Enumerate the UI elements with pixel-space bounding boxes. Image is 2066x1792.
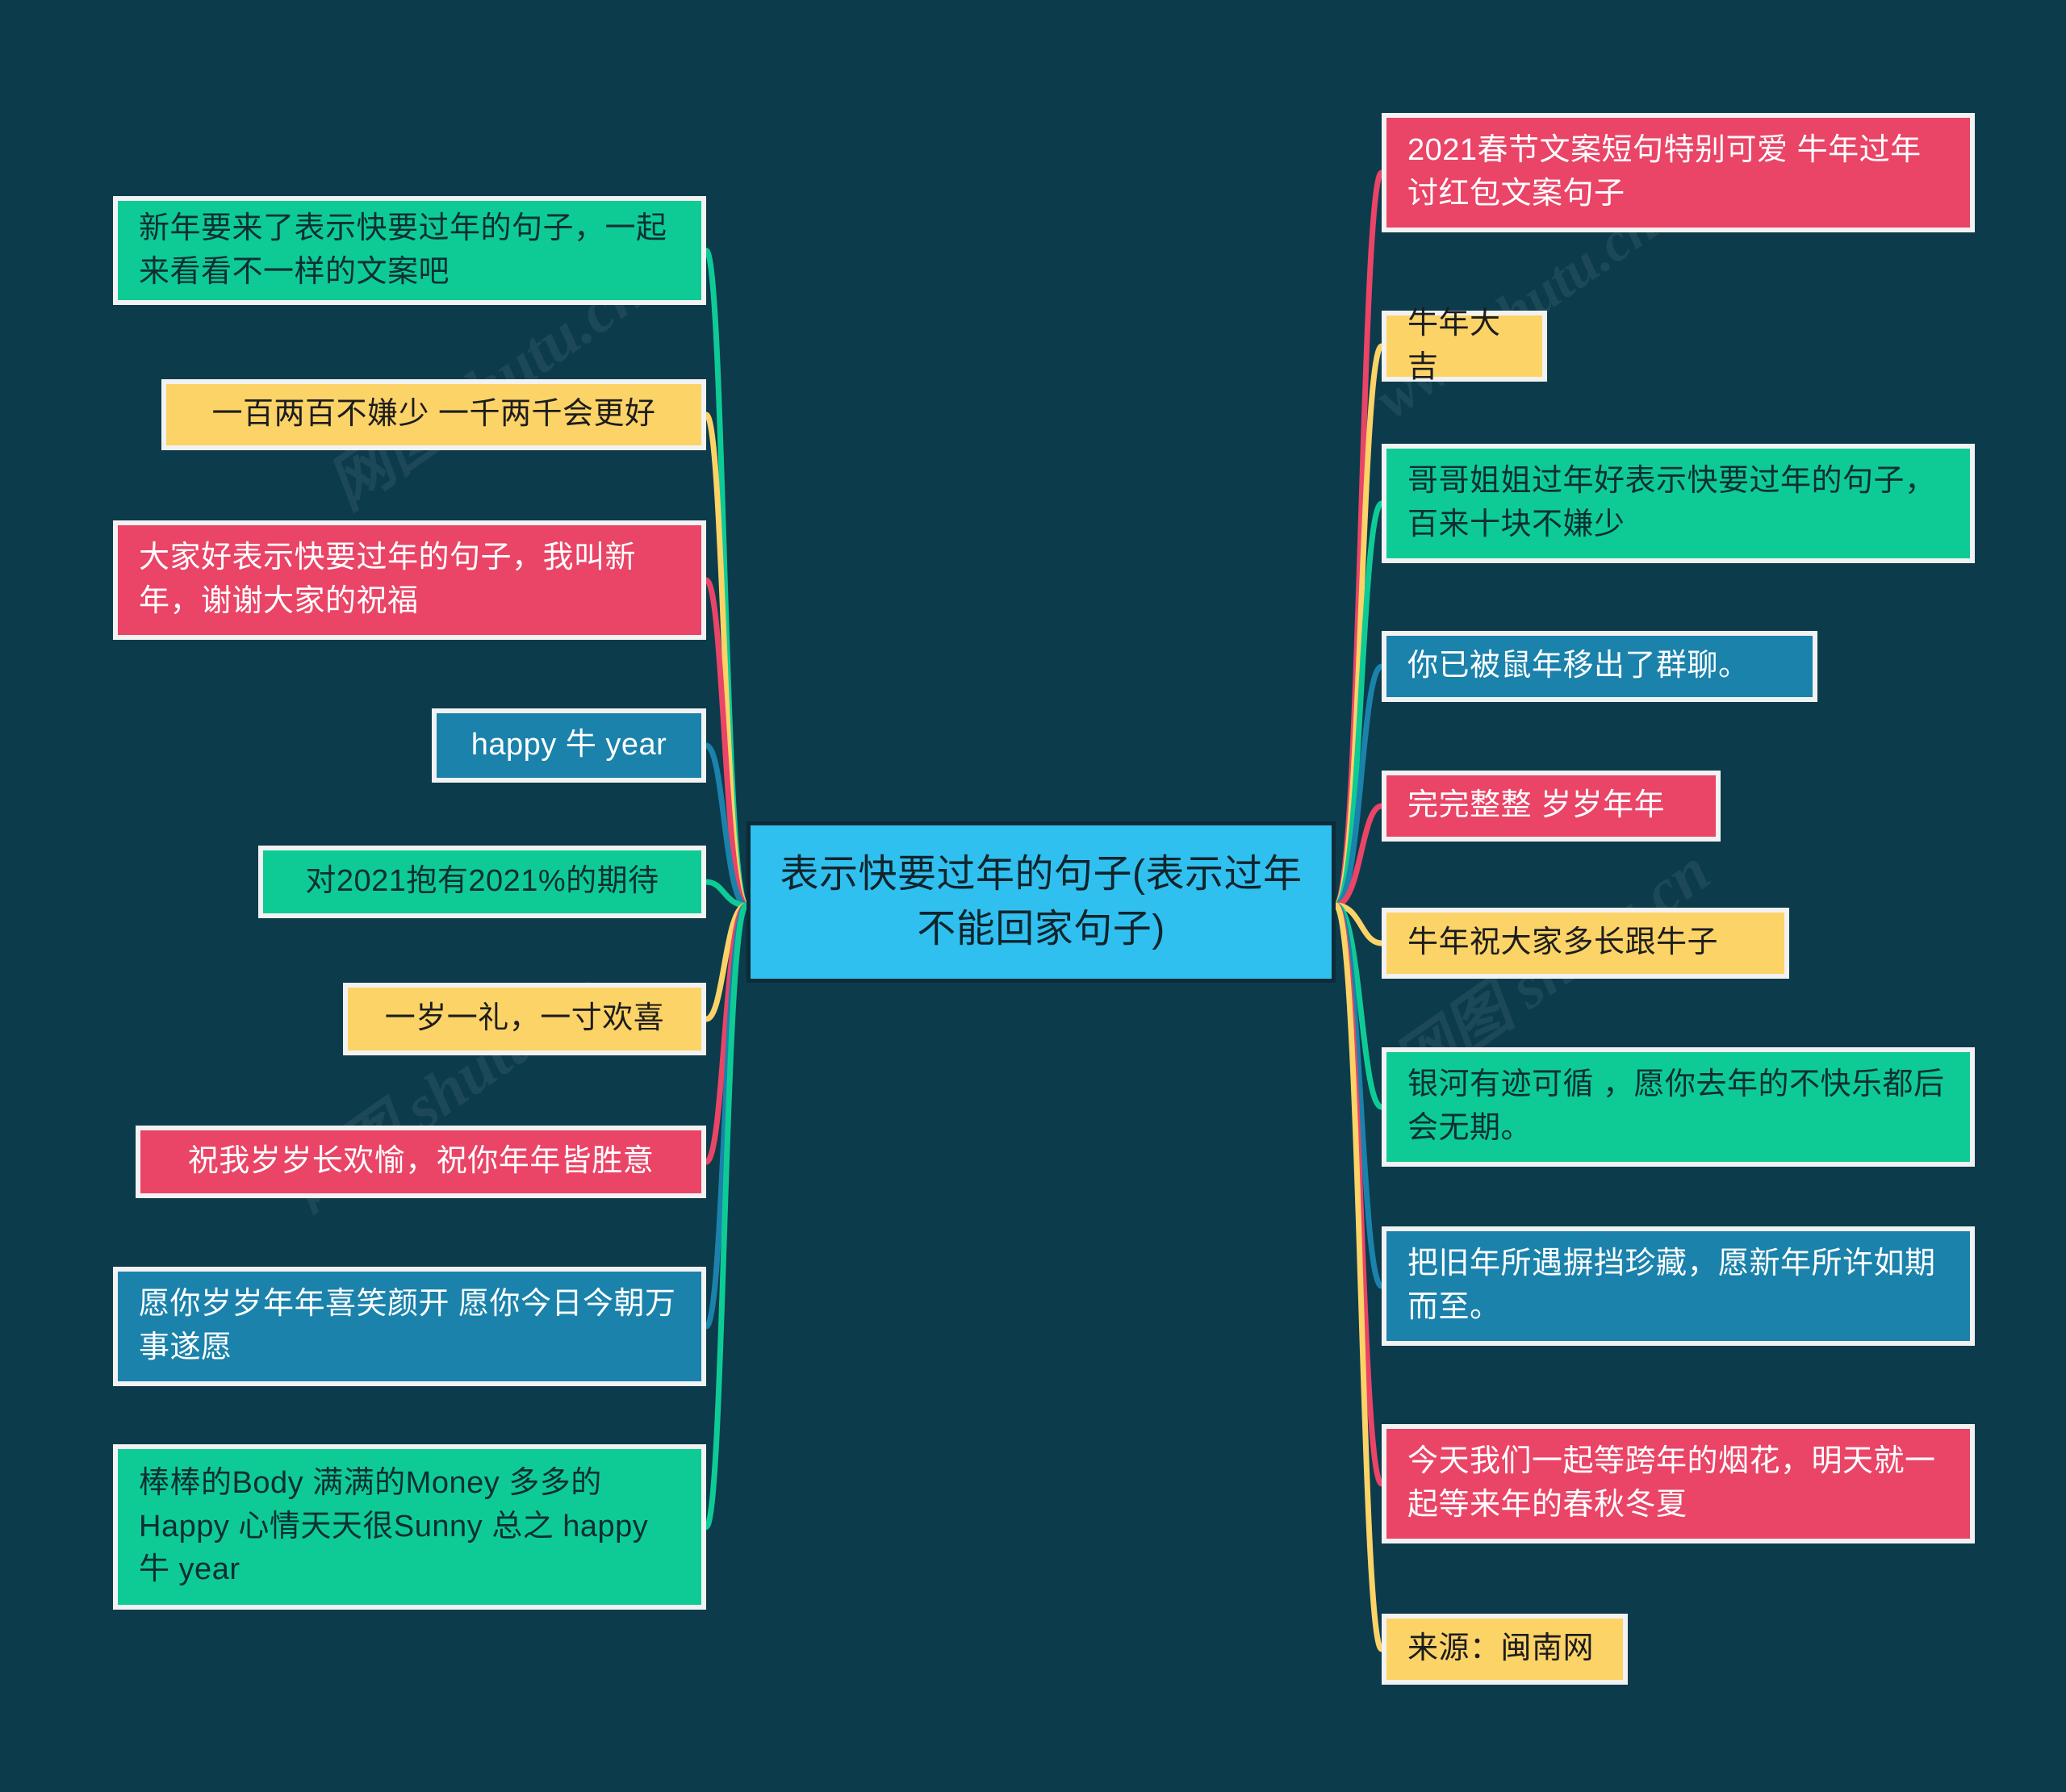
- right-topic-node-1[interactable]: 2021春节文案短句特别可爱 牛年过年讨红包文案句子: [1382, 113, 1975, 232]
- left-topic-node-4-label: happy 牛 year: [470, 728, 667, 762]
- left-topic-node-9[interactable]: 棒棒的Body 满满的Money 多多的Happy 心情天天很Sunny 总之 …: [113, 1444, 706, 1610]
- connector-right-10: [1332, 902, 1385, 1652]
- left-topic-node-5[interactable]: 对2021抱有2021%的期待: [258, 846, 706, 918]
- left-topic-node-8-label: 愿你岁岁年年喜笑颜开 愿你今日今朝万事遂愿: [139, 1287, 676, 1364]
- connector-right-9: [1332, 902, 1385, 1487]
- connector-right-7: [1332, 902, 1385, 1110]
- connector-right-3: [1332, 500, 1385, 909]
- connector-right-2: [1332, 343, 1385, 909]
- connector-left-8: [703, 902, 750, 1330]
- right-topic-node-2-label: 牛年大吉: [1407, 307, 1501, 384]
- right-topic-node-4[interactable]: 你已被鼠年移出了群聊。: [1382, 631, 1817, 702]
- left-topic-node-7[interactable]: 祝我岁岁长欢愉，祝你年年皆胜意: [136, 1126, 706, 1198]
- left-topic-node-6-label: 一岁一礼，一寸欢喜: [384, 1001, 665, 1036]
- right-topic-node-9[interactable]: 今天我们一起等跨年的烟花，明天就一起等来年的春秋冬夏: [1382, 1424, 1975, 1543]
- connector-left-7: [703, 902, 750, 1165]
- right-topic-node-2[interactable]: 牛年大吉: [1382, 307, 1547, 384]
- right-topic-node-9-label: 今天我们一起等跨年的烟花，明天就一起等来年的春秋冬夏: [1407, 1444, 1936, 1522]
- left-topic-node-4[interactable]: happy 牛 year: [432, 708, 706, 783]
- left-topic-node-3[interactable]: 大家好表示快要过年的句子，我叫新年，谢谢大家的祝福: [113, 520, 706, 640]
- connector-left-5: [703, 879, 750, 909]
- right-topic-node-3-label: 哥哥姐姐过年好表示快要过年的句子，百来十块不嫌少: [1407, 464, 1936, 541]
- right-topic-node-5-label: 完完整整 岁岁年年: [1407, 788, 1666, 823]
- connector-right-6: [1332, 902, 1385, 946]
- connector-right-1: [1332, 169, 1385, 909]
- left-topic-node-7-label: 祝我岁岁长欢愉，祝你年年皆胜意: [187, 1144, 655, 1179]
- left-topic-node-8[interactable]: 愿你岁岁年年喜笑颜开 愿你今日今朝万事遂愿: [113, 1267, 706, 1386]
- connector-left-9: [703, 902, 750, 1530]
- right-topic-node-10-label: 来源：闽南网: [1407, 1631, 1595, 1666]
- right-topic-node-8[interactable]: 把旧年所遇摒挡珍藏，愿新年所许如期而至。: [1382, 1226, 1975, 1346]
- central-topic-node[interactable]: 表示快要过年的句子(表示过年不能回家句子): [747, 821, 1336, 983]
- left-topic-node-2-label: 一百两百不嫌少 一千两千会更好: [211, 397, 656, 432]
- left-topic-node-3-label: 大家好表示快要过年的句子，我叫新年，谢谢大家的祝福: [139, 541, 637, 618]
- mindmap-canvas: 网图 shutu.cn网图 shutu.cn网图 shutu.cnwww.shu…: [0, 0, 2066, 1792]
- connector-left-3: [703, 577, 750, 909]
- right-topic-node-4-label: 你已被鼠年移出了群聊。: [1407, 649, 1750, 683]
- connector-left-6: [703, 902, 750, 1022]
- right-topic-node-3[interactable]: 哥哥姐姐过年好表示快要过年的句子，百来十块不嫌少: [1382, 444, 1975, 563]
- connector-right-4: [1332, 663, 1385, 909]
- right-topic-node-7-label: 银河有迹可循 ，愿你去年的不快乐都后会无期。: [1407, 1067, 1945, 1145]
- left-topic-node-1[interactable]: 新年要来了表示快要过年的句子，一起来看看不一样的文案吧: [113, 196, 706, 305]
- connector-left-2: [703, 411, 750, 909]
- right-topic-node-6[interactable]: 牛年祝大家多长跟牛子: [1382, 908, 1789, 979]
- connector-left-1: [703, 248, 750, 909]
- right-topic-node-10[interactable]: 来源：闽南网: [1382, 1614, 1628, 1685]
- right-topic-node-7[interactable]: 银河有迹可循 ，愿你去年的不快乐都后会无期。: [1382, 1047, 1975, 1167]
- left-topic-node-5-label: 对2021抱有2021%的期待: [305, 864, 659, 899]
- left-topic-node-9-label: 棒棒的Body 满满的Money 多多的Happy 心情天天很Sunny 总之 …: [139, 1465, 649, 1587]
- left-topic-node-2[interactable]: 一百两百不嫌少 一千两千会更好: [161, 379, 706, 450]
- left-topic-node-1-label: 新年要来了表示快要过年的句子，一起来看看不一样的文案吧: [139, 211, 667, 289]
- connector-right-5: [1332, 803, 1385, 909]
- connector-right-8: [1332, 902, 1385, 1289]
- right-topic-node-5[interactable]: 完完整整 岁岁年年: [1382, 771, 1721, 842]
- connector-left-4: [703, 742, 750, 909]
- right-topic-node-6-label: 牛年祝大家多长跟牛子: [1407, 925, 1719, 960]
- left-topic-node-6[interactable]: 一岁一礼，一寸欢喜: [343, 983, 706, 1055]
- central-topic-label: 表示快要过年的句子(表示过年不能回家句子): [780, 852, 1303, 950]
- right-topic-node-1-label: 2021春节文案短句特别可爱 牛年过年讨红包文案句子: [1407, 133, 1922, 211]
- right-topic-node-8-label: 把旧年所遇摒挡珍藏，愿新年所许如期而至。: [1407, 1247, 1936, 1324]
